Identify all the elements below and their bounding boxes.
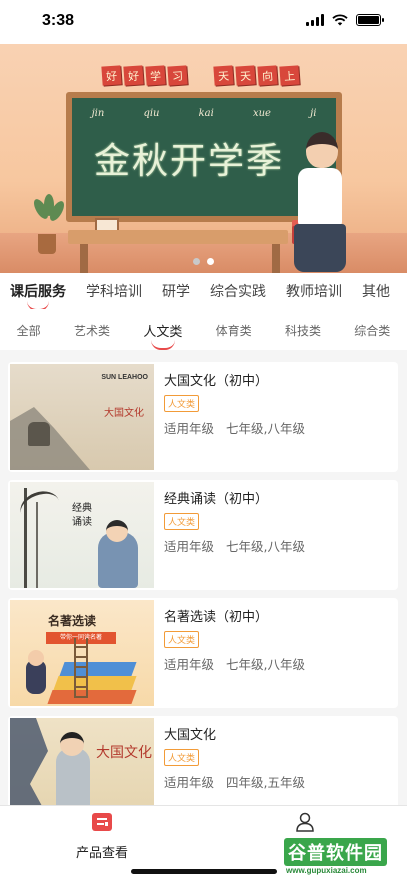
- course-thumbnail: 名著选读 带你一同读名著: [10, 600, 154, 706]
- course-info: 经典诵读（初中） 人文类 适用年级 七年级,八年级: [164, 488, 305, 555]
- course-title: 名著选读（初中）: [164, 610, 269, 625]
- course-grade: 适用年级 七年级,八年级: [164, 654, 305, 673]
- tab-study-tour[interactable]: 研学: [152, 281, 200, 301]
- thumbnail-brand: SUN LEAHOO: [101, 374, 148, 381]
- subtab-tech[interactable]: 科技类: [285, 322, 321, 339]
- home-indicator[interactable]: [131, 869, 277, 874]
- tab-other[interactable]: 其他: [352, 281, 400, 301]
- caption-line: 经典: [72, 503, 92, 514]
- tab-after-school[interactable]: 课后服务: [0, 281, 76, 301]
- course-info: 名著选读（初中） 人文类 适用年级 七年级,八年级: [164, 606, 305, 673]
- course-grade: 适用年级 七年级,八年级: [164, 536, 305, 555]
- tag-char: 上: [279, 65, 300, 86]
- tag-char: 向: [257, 65, 278, 86]
- carousel-dot[interactable]: [193, 258, 200, 265]
- status-time: 3:38: [42, 12, 75, 29]
- grade-value: 四年级,五年级: [226, 775, 305, 790]
- subtab-sports[interactable]: 体育类: [216, 322, 252, 339]
- profile-icon: [296, 812, 314, 832]
- pinyin-text: xue: [252, 108, 271, 119]
- nav-label: 产品查看: [75, 846, 128, 861]
- teacher-illustration: [288, 132, 350, 272]
- signal-icon: [306, 14, 324, 26]
- carousel-indicator: [0, 258, 407, 265]
- pinyin-text: qiu: [143, 108, 160, 119]
- tab-subject-training[interactable]: 学科培训: [76, 281, 152, 301]
- course-grade: 适用年级 七年级,八年级: [164, 418, 305, 437]
- course-title: 大国文化（初中）: [164, 374, 269, 389]
- course-info: 大国文化（初中） 人文类 适用年级 七年级,八年级: [164, 370, 305, 437]
- tag-char: 好: [123, 65, 144, 86]
- course-card[interactable]: SUN LEAHOO 大国文化 大国文化（初中） 人文类 适用年级 七年级,八年…: [8, 362, 398, 472]
- tag-char: 习: [167, 65, 188, 86]
- thumbnail-caption: 大国文化: [104, 408, 144, 419]
- banner-tag-left: 好 好 学 习: [101, 65, 188, 86]
- promo-banner[interactable]: 好 好 学 习 天 天 向 上 jin qiu kai xue ji 金秋开学季: [0, 44, 407, 273]
- watermark-url: www.gupuxiazai.com: [286, 866, 367, 875]
- grade-value: 七年级,八年级: [226, 539, 305, 554]
- course-card[interactable]: 名著选读 带你一同读名著 名著选读（初中） 人文类 适用年级 七年级,八年级: [8, 598, 398, 708]
- grade-value: 七年级,八年级: [226, 657, 305, 672]
- course-category-badge: 人文类: [164, 631, 200, 648]
- subtab-art[interactable]: 艺术类: [74, 322, 110, 339]
- subtab-humanities[interactable]: 人文类: [143, 321, 182, 340]
- course-card[interactable]: 经典 诵读 经典诵读（初中） 人文类 适用年级 七年级,八年级: [8, 480, 398, 590]
- course-title: 经典诵读（初中）: [164, 492, 269, 507]
- category-tabs: 课后服务 学科培训 研学 综合实践 教师培训 其他: [0, 273, 407, 309]
- subtab-all[interactable]: 全部: [17, 322, 41, 339]
- tag-char: 天: [235, 65, 256, 86]
- course-thumbnail: 经典 诵读: [10, 482, 154, 588]
- course-category-badge: 人文类: [164, 513, 200, 530]
- course-info: 大国文化 人文类 适用年级 四年级,五年级: [164, 724, 305, 791]
- grade-label: 适用年级: [164, 775, 215, 790]
- watermark-text: 谷普软件园: [284, 838, 387, 866]
- status-bar: 3:38: [0, 0, 407, 44]
- subtab-general[interactable]: 综合类: [354, 322, 390, 339]
- course-category-badge: 人文类: [164, 395, 200, 412]
- status-icons: [306, 14, 384, 26]
- nav-product[interactable]: 产品查看: [62, 812, 142, 861]
- board-pinyin: jin qiu kai xue ji: [72, 108, 336, 119]
- grade-value: 七年级,八年级: [226, 421, 305, 436]
- wifi-icon: [332, 14, 348, 26]
- carousel-dot-active[interactable]: [207, 258, 214, 265]
- battery-icon: [356, 14, 384, 26]
- banner-tag-right: 天 天 向 上: [213, 65, 300, 86]
- product-icon: [92, 813, 112, 831]
- pinyin-text: jin: [91, 108, 105, 119]
- tag-char: 好: [101, 65, 122, 86]
- pinyin-text: ji: [310, 108, 317, 119]
- board-title: 金秋开学季: [94, 141, 285, 182]
- course-thumbnail: SUN LEAHOO 大国文化: [10, 364, 154, 470]
- site-watermark: 谷普软件园 www.gupuxiazai.com: [282, 838, 407, 883]
- course-grade: 适用年级 四年级,五年级: [164, 772, 305, 791]
- grade-label: 适用年级: [164, 657, 215, 672]
- thumbnail-caption: 大国文化: [96, 745, 152, 761]
- thumbnail-caption: 名著选读: [48, 614, 97, 628]
- desk-illustration: [68, 230, 288, 244]
- plant-illustration: [30, 194, 67, 254]
- caption-line: 诵读: [72, 517, 92, 528]
- tag-char: 学: [145, 65, 166, 86]
- tab-practice[interactable]: 综合实践: [200, 281, 276, 301]
- tab-teacher-training[interactable]: 教师培训: [276, 281, 352, 301]
- thumbnail-caption: 经典 诵读: [72, 502, 92, 530]
- sub-category-tabs: 全部 艺术类 人文类 体育类 科技类 综合类: [0, 314, 407, 346]
- grade-label: 适用年级: [164, 421, 215, 436]
- grade-label: 适用年级: [164, 539, 215, 554]
- pinyin-text: kai: [198, 108, 214, 119]
- course-category-badge: 人文类: [164, 749, 200, 766]
- course-list: SUN LEAHOO 大国文化 大国文化（初中） 人文类 适用年级 七年级,八年…: [0, 350, 407, 826]
- course-title: 大国文化: [164, 728, 217, 743]
- tag-char: 天: [213, 65, 234, 86]
